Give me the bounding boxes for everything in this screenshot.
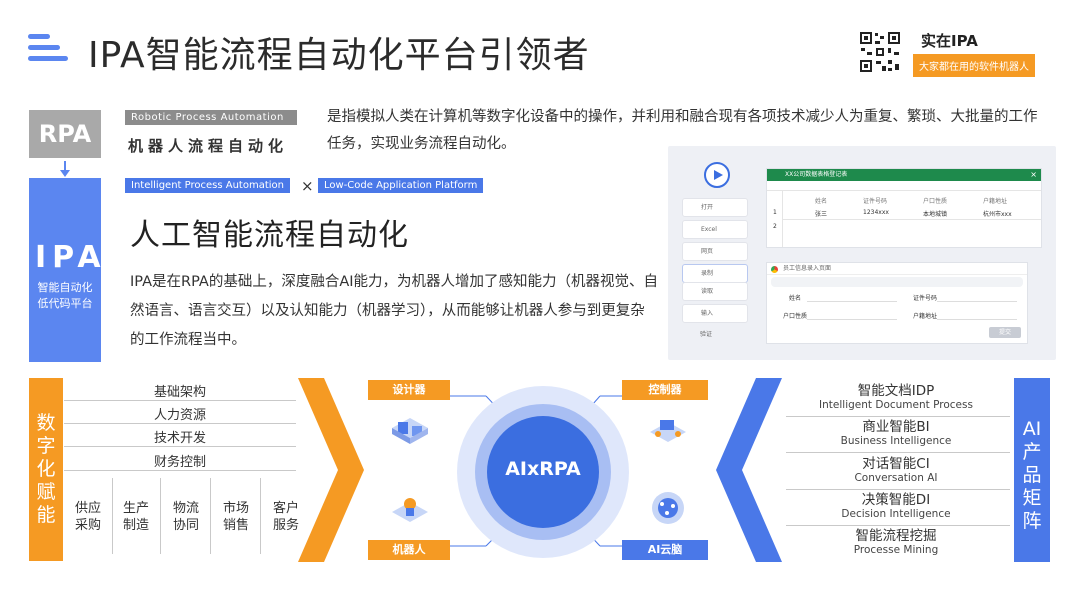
robot-isometric-icon bbox=[388, 492, 432, 528]
mock-form-label: 户口性质 bbox=[783, 313, 808, 320]
mock-excel-cell: 本地城镇 bbox=[923, 211, 948, 218]
ai-product-en: Business Intelligence bbox=[840, 435, 952, 447]
mock-sidebar-item: 录制 bbox=[682, 264, 748, 283]
qr-code-icon bbox=[858, 30, 902, 74]
chrome-icon bbox=[771, 266, 778, 273]
mock-form-title: 员工信息录入页面 bbox=[783, 265, 832, 272]
digital-col: 供应 采购 bbox=[70, 500, 106, 534]
ai-product-en: Intelligent Document Process bbox=[819, 399, 973, 411]
rpa-en-tag: Robotic Process Automation bbox=[125, 110, 297, 125]
ai-product: 商业智能BI Business Intelligence bbox=[786, 420, 1006, 448]
ai-product-en: Conversation AI bbox=[854, 472, 938, 484]
ai-product-en: Processe Mining bbox=[853, 544, 939, 556]
mock-form-label: 证件号码 bbox=[913, 295, 938, 302]
digital-col-line: 采购 bbox=[74, 518, 101, 533]
orange-chevron-icon bbox=[298, 378, 364, 562]
mock-row-num: 2 bbox=[773, 223, 777, 230]
mock-submit-button: 提交 bbox=[989, 327, 1021, 338]
digital-row: 技术开发 bbox=[153, 431, 206, 446]
digital-col: 市场 销售 bbox=[218, 500, 254, 534]
brand-name: 实在IPA bbox=[921, 32, 978, 50]
ipa-label: IPA bbox=[35, 240, 107, 275]
digital-col-line: 制造 bbox=[122, 518, 149, 533]
times-sign: × bbox=[301, 177, 314, 195]
mock-form-label: 姓名 bbox=[789, 295, 802, 302]
mock-excel-title: XX公司数据表格登记表 bbox=[785, 171, 848, 178]
digital-row: 财务控制 bbox=[153, 455, 206, 470]
digital-row: 基础架构 bbox=[153, 385, 206, 400]
digital-row: 人力资源 bbox=[153, 408, 206, 423]
brand-tagline: 大家都在用的软件机器人 bbox=[913, 54, 1035, 77]
mock-excel-header: 户籍地址 bbox=[983, 198, 1008, 205]
controller-tag: 控制器 bbox=[622, 380, 708, 400]
ai-product-cn: 智能流程挖掘 bbox=[855, 528, 937, 544]
ai-product-cn: 智能文档IDP bbox=[857, 383, 935, 399]
digital-col: 生产 制造 bbox=[118, 500, 154, 534]
blue-chevron-icon bbox=[716, 378, 782, 562]
robot-tag: 机器人 bbox=[368, 540, 450, 560]
down-arrow-icon bbox=[59, 161, 71, 177]
digital-col-line: 协同 bbox=[172, 518, 199, 533]
digital-col-line: 市场 bbox=[222, 501, 249, 516]
controller-isometric-icon bbox=[646, 414, 690, 450]
designer-tag: 设计器 bbox=[368, 380, 450, 400]
menu-lines-icon bbox=[28, 34, 68, 64]
mock-sidebar-item: 输入 bbox=[682, 304, 748, 323]
mock-excel-header: 户口性质 bbox=[923, 198, 948, 205]
digital-label: 数字化赋能 bbox=[36, 412, 56, 526]
digital-col-line: 生产 bbox=[122, 501, 149, 516]
mock-form-label: 户籍地址 bbox=[913, 313, 938, 320]
mock-excel-cell: 1234xxx bbox=[863, 209, 889, 216]
ai-brain-icon bbox=[646, 486, 690, 530]
mock-excel-cell: 杭州市xxx bbox=[983, 211, 1012, 218]
mock-sidebar-item: 读取 bbox=[682, 282, 748, 301]
ai-label: AI产品矩阵 bbox=[1022, 418, 1042, 532]
digital-col-line: 销售 bbox=[222, 518, 249, 533]
rpa-label-box: RPA bbox=[29, 110, 101, 158]
mock-sidebar-item: 打开 bbox=[682, 198, 748, 217]
ipa-sub-2: 低代码平台 bbox=[37, 297, 93, 310]
page-title: IPA智能流程自动化平台引领者 bbox=[88, 35, 590, 76]
ai-cloud-tag: AI云脑 bbox=[622, 540, 708, 560]
mock-sidebar-item: Excel bbox=[682, 220, 748, 239]
app-screenshot: 打开 Excel 网页 录制 读取 输入 验证 XX公司数据表格登记表 × 1 … bbox=[668, 146, 1056, 360]
ai-product-cn: 商业智能BI bbox=[862, 419, 930, 435]
digital-col-line: 物流 bbox=[172, 501, 199, 516]
ai-product-cn: 对话智能CI bbox=[862, 456, 930, 472]
play-logo-icon bbox=[704, 162, 730, 188]
digital-col: 物流 协同 bbox=[168, 500, 204, 534]
ai-product-cn: 决策智能DI bbox=[861, 492, 931, 508]
rpa-cn-name: 机器人流程自动化 bbox=[128, 137, 289, 155]
ai-product: 决策智能DI Decision Intelligence bbox=[786, 493, 1006, 521]
mock-excel-header: 姓名 bbox=[815, 198, 828, 205]
ipa-tag-lowcode: Low-Code Application Platform bbox=[318, 178, 484, 193]
ipa-label-box: IPA 智能自动化 低代码平台 bbox=[29, 178, 101, 362]
mock-sidebar-item: 验证 bbox=[700, 331, 713, 338]
digital-col-line: 供应 bbox=[74, 501, 101, 516]
mock-sidebar-item: 网页 bbox=[682, 242, 748, 261]
mock-row-num: 1 bbox=[773, 209, 777, 216]
mock-excel-cell: 张三 bbox=[815, 211, 828, 218]
mock-browser-window: 员工信息录入页面 姓名 证件号码 户口性质 户籍地址 提交 bbox=[766, 262, 1028, 344]
ai-product: 对话智能CI Conversation AI bbox=[786, 457, 1006, 485]
mock-excel-header: 证件号码 bbox=[863, 198, 888, 205]
ai-product-en: Decision Intelligence bbox=[841, 508, 951, 520]
mock-excel-window: XX公司数据表格登记表 × 1 2 姓名 证件号码 户口性质 户籍地址 张三 1… bbox=[766, 168, 1042, 248]
ai-product: 智能流程挖掘 Processe Mining bbox=[786, 529, 1006, 557]
ai-product: 智能文档IDP Intelligent Document Process bbox=[786, 384, 1006, 412]
ipa-description: IPA是在RPA的基础上，深度融合AI能力，为机器人增加了感知能力（机器视觉、自… bbox=[130, 274, 659, 348]
ipa-tag-intelligent: Intelligent Process Automation bbox=[125, 178, 290, 193]
ipa-title: 人工智能流程自动化 bbox=[130, 218, 409, 253]
designer-isometric-icon bbox=[388, 414, 432, 450]
ipa-sub-1: 智能自动化 bbox=[37, 281, 93, 294]
center-label: AIxRPA bbox=[505, 458, 581, 480]
